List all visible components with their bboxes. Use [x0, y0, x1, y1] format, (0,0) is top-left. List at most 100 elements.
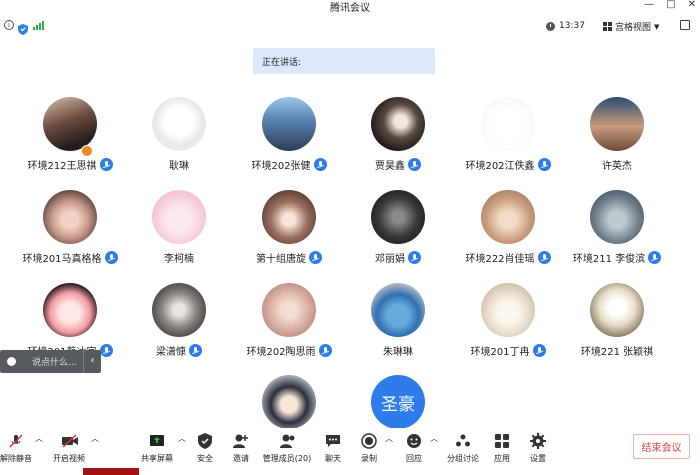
reaction-options-chevron-icon[interactable]: ︿	[430, 433, 438, 471]
participant-name: 许英杰	[602, 161, 632, 172]
avatar[interactable]	[590, 190, 644, 244]
participant-tile[interactable]: 贾昊鑫	[344, 97, 452, 172]
participant-tile[interactable]: 梁潇慷	[125, 283, 233, 358]
avatar[interactable]	[152, 283, 206, 337]
participant-name: 环境201马真格格	[22, 254, 102, 265]
participant-tile[interactable]: 邓丽娟	[344, 190, 452, 265]
speaking-indicator: 正在讲话:	[253, 48, 435, 74]
mic-icon	[408, 251, 421, 264]
meeting-window: 腾讯会议 — □ ✕ i 13:37 宫格视图 ▼ 正在讲话: 环境212王思祺 耿…	[0, 0, 700, 475]
avatar[interactable]	[43, 283, 97, 337]
avatar[interactable]	[152, 97, 206, 151]
maximize-button[interactable]: □	[666, 0, 675, 10]
avatar[interactable]	[43, 190, 97, 244]
mic-icon	[313, 158, 327, 171]
participant-tile[interactable]	[235, 375, 343, 429]
share-screen-button[interactable]: 共享屏幕	[137, 433, 177, 471]
avatar[interactable]	[152, 190, 206, 244]
reactions-button[interactable]: 回应	[402, 433, 426, 471]
network-signal-icon[interactable]	[33, 20, 44, 30]
manage-members-button[interactable]: 管理成员(20)	[262, 433, 312, 471]
avatar[interactable]	[262, 97, 316, 151]
participant-nameline: 环境221 张颖祺	[563, 343, 671, 358]
add-user-icon	[233, 433, 249, 449]
participant-name: 环境202江佚鑫	[465, 161, 535, 172]
participant-name: 邓丽娟	[375, 254, 405, 265]
participant-nameline: 环境201马真格格	[16, 250, 124, 265]
avatar[interactable]	[590, 97, 644, 151]
participant-tile[interactable]: 许英杰	[563, 97, 671, 172]
shield-check-icon	[197, 433, 213, 449]
minimize-button[interactable]: —	[644, 0, 654, 10]
avatar[interactable]	[481, 283, 535, 337]
participant-nameline: 朱琳琳	[344, 343, 452, 358]
shield-icon[interactable]	[18, 20, 28, 39]
avatar[interactable]	[481, 190, 535, 244]
mic-options-chevron-icon[interactable]: ︿	[35, 433, 43, 471]
mic-icon	[537, 251, 551, 264]
invite-button[interactable]: 邀请	[228, 433, 254, 471]
mic-icon	[189, 344, 202, 357]
avatar[interactable]	[371, 190, 425, 244]
end-meeting-button[interactable]: 结束会议	[633, 434, 690, 459]
apps-button[interactable]: 应用	[490, 433, 514, 471]
participant-tile[interactable]: 环境202张健	[235, 97, 343, 172]
participant-tile[interactable]: 环境222肖佳瑶	[454, 190, 562, 265]
participant-tile[interactable]: 李柯楠	[125, 190, 233, 265]
participant-tile[interactable]: 环境202江佚鑫	[454, 97, 562, 172]
avatar[interactable]	[262, 375, 316, 429]
participant-tile[interactable]: 环境211 李俊滨	[563, 190, 671, 265]
participant-tile[interactable]: 环境201丁冉	[454, 283, 562, 358]
breakout-rooms-icon	[455, 433, 471, 449]
participant-tile[interactable]: 环境201马真格格	[16, 190, 124, 265]
chat-input-placeholder[interactable]: 说点什么...	[32, 355, 77, 368]
mic-icon	[99, 344, 113, 357]
chevron-left-icon[interactable]: ‹	[83, 350, 101, 373]
avatar[interactable]	[481, 97, 535, 151]
record-button[interactable]: 录制	[357, 433, 381, 471]
avatar[interactable]	[262, 190, 316, 244]
participant-tile[interactable]: 环境221 张颖祺	[563, 283, 671, 358]
info-icon[interactable]: i	[4, 20, 14, 30]
record-options-chevron-icon[interactable]: ︿	[385, 433, 393, 471]
breakout-button[interactable]: 分组讨论	[446, 433, 480, 471]
participant-tile[interactable]: 圣豪	[344, 375, 452, 429]
mic-muted-icon	[8, 433, 24, 449]
avatar[interactable]	[371, 97, 425, 151]
view-switch-button[interactable]: 宫格视图 ▼	[603, 20, 659, 33]
participant-tile[interactable]: 环境201蔡冰宇	[16, 283, 124, 358]
participant-tile[interactable]: 环境202陶思雨	[235, 283, 343, 358]
muted-badge-icon	[81, 145, 93, 157]
start-video-button[interactable]: 开启视频	[48, 433, 90, 471]
participant-name: 环境202张健	[251, 161, 311, 172]
security-button[interactable]: 安全	[192, 433, 218, 471]
participant-name: 李柯楠	[164, 254, 194, 265]
chat-popup[interactable]: 说点什么... ‹	[0, 350, 101, 373]
emoji-icon[interactable]	[5, 355, 18, 368]
close-button[interactable]: ✕	[688, 0, 696, 10]
participant-name: 环境212王思祺	[27, 161, 97, 172]
avatar[interactable]	[43, 97, 97, 151]
mic-icon	[309, 251, 322, 264]
grid-view-icon	[603, 22, 612, 31]
participant-tile[interactable]: 耿琳	[125, 97, 233, 172]
reaction-icon	[406, 433, 422, 449]
participant-nameline: 环境202张健	[235, 157, 343, 172]
video-options-chevron-icon[interactable]: ︿	[91, 433, 99, 471]
avatar[interactable]	[262, 283, 316, 337]
participant-tile[interactable]: 环境212王思祺	[16, 97, 124, 172]
mic-icon	[99, 158, 113, 171]
members-icon	[279, 433, 295, 449]
settings-button[interactable]: 设置	[526, 433, 550, 471]
unmute-button[interactable]: 解除静音	[0, 433, 32, 471]
avatar[interactable]: 圣豪	[371, 375, 425, 429]
fullscreen-icon[interactable]	[680, 20, 690, 30]
avatar[interactable]	[371, 283, 425, 337]
participant-name: 朱琳琳	[383, 347, 413, 358]
meeting-time: 13:37	[546, 21, 585, 31]
participant-tile[interactable]: 第十组唐旋	[235, 190, 343, 265]
share-options-chevron-icon[interactable]: ︿	[178, 433, 186, 471]
participant-tile[interactable]: 朱琳琳	[344, 283, 452, 358]
chat-button[interactable]: 聊天	[321, 433, 345, 471]
avatar[interactable]	[590, 283, 644, 337]
